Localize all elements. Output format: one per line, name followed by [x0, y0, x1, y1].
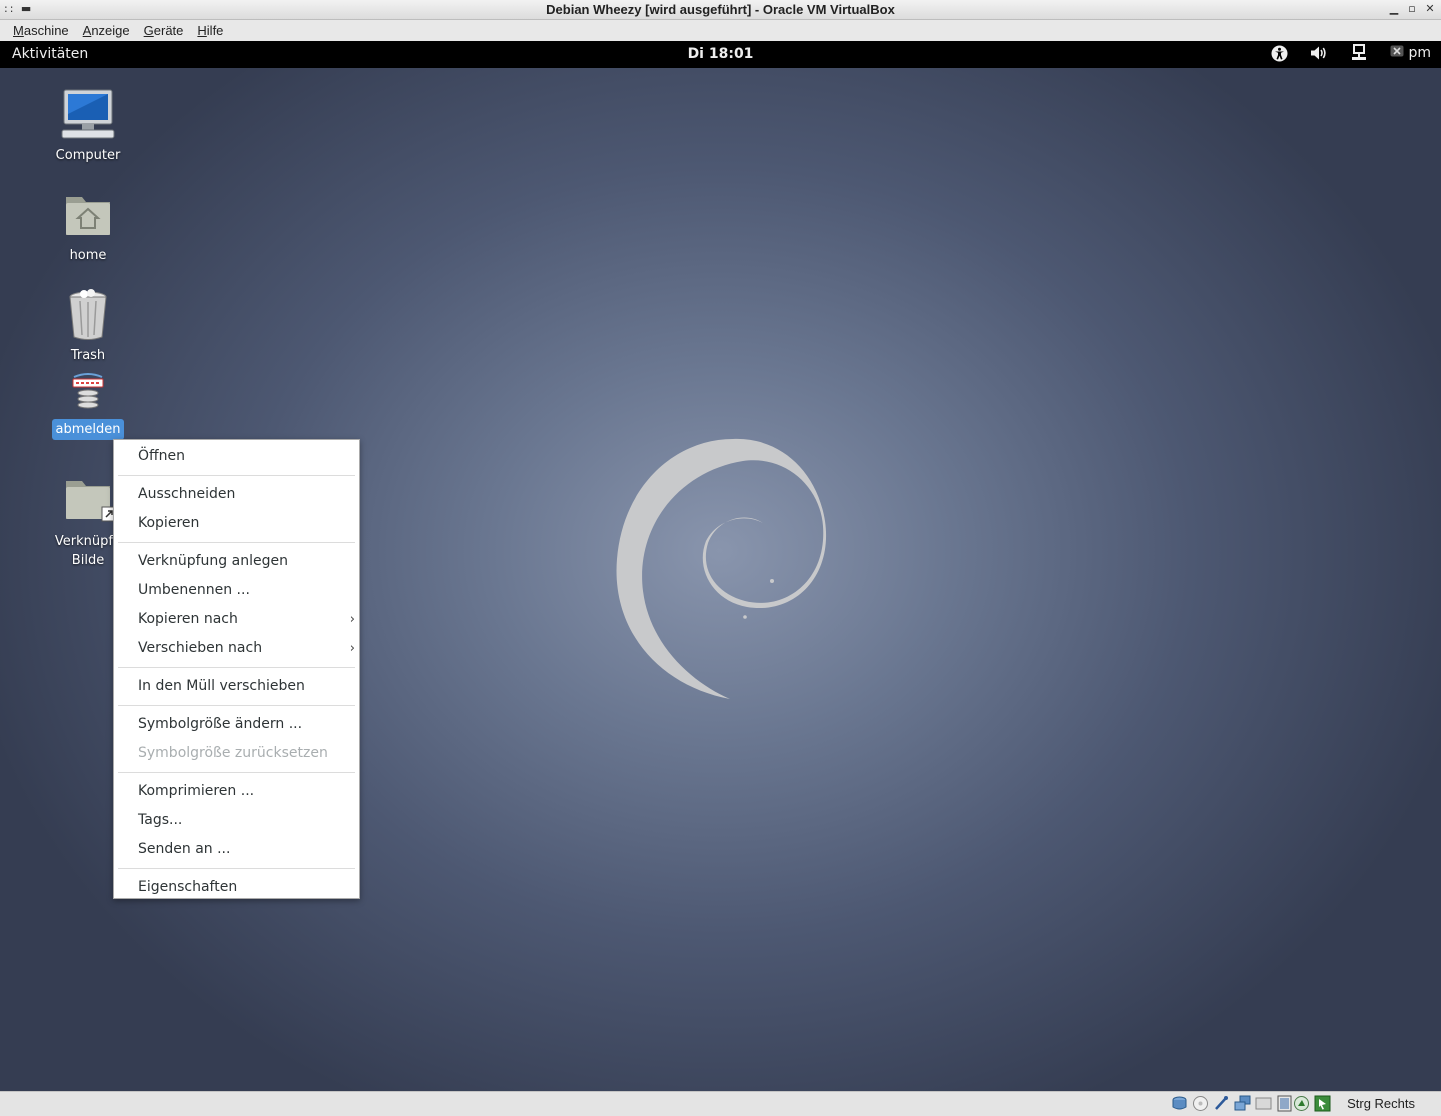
- accessibility-icon[interactable]: [1270, 44, 1288, 62]
- host-key-label: Strg Rechts: [1347, 1096, 1415, 1111]
- desktop-icon-label-line2: Bilde: [71, 553, 105, 568]
- volume-icon[interactable]: [1310, 44, 1328, 62]
- user-name[interactable]: pm: [1408, 45, 1431, 61]
- menu-separator: [118, 705, 355, 706]
- menu-item-verschieben-nach[interactable]: Verschieben nach ›: [114, 634, 359, 663]
- mouse-integration-icon[interactable]: [1314, 1095, 1331, 1112]
- menu-item-kopieren[interactable]: Kopieren: [114, 509, 359, 538]
- menu-item-kopieren-nach[interactable]: Kopieren nach ›: [114, 605, 359, 634]
- desktop-icon-label: Trash: [70, 348, 106, 363]
- menu-item-label: Kopieren nach: [138, 611, 238, 627]
- menu-separator: [118, 542, 355, 543]
- shared-folders-icon[interactable]: [1234, 1095, 1251, 1112]
- desktop-icon-home[interactable]: home: [28, 187, 148, 266]
- trash-icon: [58, 287, 118, 343]
- menu-item-senden-an[interactable]: Senden an ...: [114, 835, 359, 864]
- user-status-icon[interactable]: [1390, 45, 1404, 61]
- desktop-icon-computer[interactable]: Computer: [28, 87, 148, 166]
- menu-item-verknuepfung-anlegen[interactable]: Verknüpfung anlegen: [114, 547, 359, 576]
- window-title: Debian Wheezy [wird ausgeführt] - Oracle…: [546, 2, 895, 17]
- vbox-titlebar[interactable]: :: ▬ Debian Wheezy [wird ausgeführt] - O…: [0, 0, 1441, 20]
- close-icon[interactable]: ✕: [1425, 2, 1435, 15]
- menu-maschine[interactable]: Maschine: [6, 23, 76, 38]
- desktop-icon-abmelden[interactable]: abmelden: [28, 369, 148, 440]
- optical-drive-icon[interactable]: [1192, 1095, 1209, 1112]
- menu-item-ausschneiden[interactable]: Ausschneiden: [114, 480, 359, 509]
- menu-hilfe[interactable]: Hilfe: [190, 23, 230, 38]
- menu-separator: [118, 868, 355, 869]
- display-icon[interactable]: [1255, 1095, 1272, 1112]
- submenu-arrow-icon: ›: [349, 612, 355, 627]
- menu-separator: [118, 475, 355, 476]
- desktop-icon-label: Computer: [55, 148, 121, 163]
- clock[interactable]: Di 18:01: [0, 46, 1441, 62]
- minimize-icon[interactable]: ▁: [1389, 2, 1399, 15]
- menu-item-symbolgroesse-aendern[interactable]: Symbolgröße ändern ...: [114, 710, 359, 739]
- desktop-icon-trash[interactable]: Trash: [28, 287, 148, 366]
- hard-disk-icon[interactable]: [1171, 1095, 1188, 1112]
- menu-item-tags[interactable]: Tags...: [114, 806, 359, 835]
- folder-link-icon: [58, 473, 118, 529]
- desktop-icon-label: home: [69, 248, 107, 263]
- video-capture-icon[interactable]: [1276, 1095, 1293, 1112]
- network-icon[interactable]: [1350, 44, 1368, 62]
- context-menu: Öffnen Ausschneiden Kopieren Verknüpfung…: [113, 439, 360, 899]
- gnome-topbar: Aktivitäten Di 18:01 pm: [0, 41, 1441, 68]
- menu-geraete[interactable]: Geräte: [137, 23, 191, 38]
- menu-item-in-den-muell[interactable]: In den Müll verschieben: [114, 672, 359, 701]
- menu-item-symbolgroesse-zuruecksetzen: Symbolgröße zurücksetzen: [138, 745, 328, 761]
- menu-anzeige[interactable]: Anzeige: [76, 23, 137, 38]
- desktop-icon-label: abmelden: [51, 419, 125, 440]
- menu-item-eigenschaften[interactable]: Eigenschaften: [114, 873, 359, 902]
- menu-separator: [118, 772, 355, 773]
- usb-icon[interactable]: [1213, 1095, 1230, 1112]
- computer-icon: [58, 87, 118, 143]
- menu-item-komprimieren[interactable]: Komprimieren ...: [114, 777, 359, 806]
- logout-script-icon: [58, 369, 118, 417]
- menu-item-label: Verschieben nach: [138, 640, 263, 656]
- menu-item-oeffnen[interactable]: Öffnen: [114, 442, 359, 471]
- guest-screen[interactable]: Aktivitäten Di 18:01 pm Computer home Tr…: [0, 41, 1441, 1091]
- menu-item-umbenennen[interactable]: Umbenennen ...: [114, 576, 359, 605]
- home-folder-icon: [58, 187, 118, 243]
- menu-separator: [118, 667, 355, 668]
- maximize-icon[interactable]: ▫: [1407, 2, 1417, 15]
- submenu-arrow-icon: ›: [349, 641, 355, 656]
- vbox-statusbar: Strg Rechts: [0, 1091, 1441, 1116]
- vbox-menubar: Maschine Anzeige Geräte Hilfe: [0, 20, 1441, 41]
- debian-logo-icon: [616, 438, 827, 699]
- vt-x-icon[interactable]: [1293, 1095, 1310, 1112]
